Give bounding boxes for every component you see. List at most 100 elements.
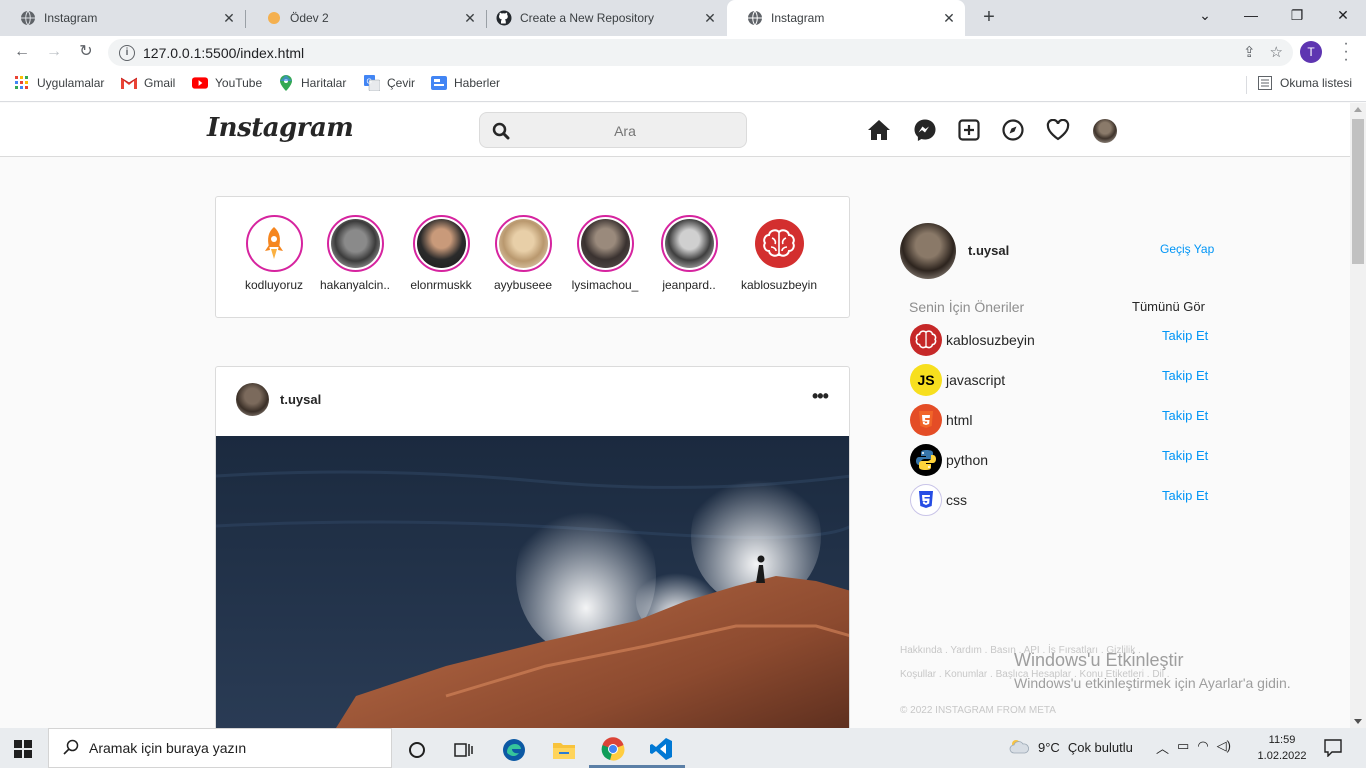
battery-icon[interactable]: ▭ [1177, 738, 1189, 757]
copyright-text: © 2022 INSTAGRAM FROM META [900, 705, 1056, 716]
tab-search-chevron-icon[interactable]: ⌄ [1182, 0, 1228, 30]
bookmark-label: Haberler [454, 76, 501, 90]
tray-chevron-up-icon[interactable]: ︿ [1156, 738, 1169, 757]
python-logo-icon[interactable] [910, 444, 942, 476]
ig-search-box[interactable] [479, 112, 747, 148]
post-username[interactable]: t.uysal [280, 392, 321, 407]
story-item[interactable]: hakanyalcin.. [313, 215, 397, 292]
browser-menu-icon[interactable]: · · · [1338, 36, 1354, 68]
follow-button[interactable]: Takip Et [1162, 328, 1208, 343]
home-icon[interactable] [866, 117, 892, 143]
story-avatar [580, 219, 630, 268]
minimize-icon[interactable]: — [1228, 0, 1274, 30]
omnibox[interactable]: i 127.0.0.1:5500/index.html ⇪ ☆ [108, 39, 1293, 66]
new-tab-plus-icon[interactable]: + [977, 6, 1001, 29]
windows-start-icon[interactable] [14, 740, 32, 763]
story-ring [494, 215, 552, 272]
suggestion-username[interactable]: python [946, 452, 988, 468]
story-username: lysimachou_ [571, 278, 639, 292]
vscode-icon[interactable] [637, 732, 685, 768]
wifi-icon[interactable]: ◠ [1197, 738, 1208, 757]
forward-arrow-icon[interactable]: → [42, 41, 66, 63]
url-text[interactable]: 127.0.0.1:5500/index.html [143, 45, 304, 61]
brain-icon[interactable] [910, 324, 942, 356]
new-post-icon[interactable] [956, 117, 982, 143]
post-image[interactable] [216, 436, 850, 728]
current-username[interactable]: t.uysal [968, 243, 1009, 258]
chrome-icon[interactable] [589, 732, 637, 768]
globe-icon [20, 10, 36, 26]
bookmark-label: Çevir [387, 76, 416, 90]
explore-compass-icon[interactable] [1000, 117, 1026, 143]
file-explorer-icon[interactable] [540, 732, 588, 768]
share-icon[interactable]: ⇪ [1243, 43, 1256, 61]
suggestion-username[interactable]: javascript [946, 372, 1005, 388]
reload-icon[interactable]: ↻ [74, 41, 98, 63]
messenger-icon[interactable] [912, 117, 938, 143]
story-item[interactable]: kablosuzbeyin [737, 215, 821, 292]
activation-subtitle: Windows'u etkinleştirmek için Ayarlar'a … [1014, 675, 1291, 691]
tab-title: Ödev 2 [290, 11, 329, 25]
suggestion-username[interactable]: kablosuzbeyin [946, 332, 1035, 348]
story-item[interactable]: ayybuseee [481, 215, 565, 292]
search-input[interactable] [510, 119, 740, 143]
tab-close-icon[interactable]: ✕ [219, 10, 239, 27]
weather-widget[interactable]: 9°C Çok bulutlu [1008, 738, 1133, 757]
taskbar-search[interactable]: Aramak için buraya yazın [48, 728, 392, 768]
follow-button[interactable]: Takip Et [1162, 368, 1208, 383]
maximize-icon[interactable]: ❐ [1274, 0, 1320, 30]
close-window-icon[interactable]: ✕ [1320, 0, 1366, 30]
tab-close-icon[interactable]: ✕ [700, 10, 720, 27]
news-icon [431, 76, 447, 90]
reading-list-button[interactable]: Okuma listesi [1257, 76, 1352, 90]
css3-logo-icon[interactable] [910, 484, 942, 516]
site-info-icon[interactable]: i [119, 44, 135, 61]
scrollbar-thumb[interactable] [1352, 119, 1364, 264]
bookmark-star-icon[interactable]: ☆ [1270, 43, 1283, 61]
page-scrollbar[interactable] [1350, 103, 1366, 728]
volume-icon[interactable]: ◁) [1217, 738, 1231, 757]
system-tray: ︿ ▭ ◠ ◁) [1156, 738, 1231, 757]
profile-avatar[interactable] [1093, 119, 1117, 143]
suggestion-username[interactable]: css [946, 492, 967, 508]
javascript-logo-icon[interactable]: JS [910, 364, 942, 396]
bookmark-youtube[interactable]: YouTube [192, 76, 262, 90]
instagram-logo[interactable]: Instagram [207, 113, 354, 143]
story-item[interactable]: kodluyoruz [232, 215, 316, 292]
more-options-icon[interactable]: ••• [812, 386, 829, 407]
post-author-avatar[interactable] [236, 383, 269, 416]
browser-tab[interactable]: Create a New Repository ✕ [476, 0, 726, 36]
task-view-icon[interactable] [440, 732, 488, 768]
notification-center-icon[interactable] [1324, 739, 1342, 762]
story-item[interactable]: elonrmuskk [399, 215, 483, 292]
system-clock[interactable]: 11:59 1.02.2022 [1252, 732, 1312, 764]
browser-tab[interactable]: Instagram ✕ [0, 0, 245, 36]
scroll-down-arrow-icon[interactable] [1354, 719, 1362, 724]
bookmark-maps[interactable]: Haritalar [278, 75, 346, 91]
bookmark-gmail[interactable]: Gmail [121, 76, 175, 90]
bookmark-translate[interactable]: G Çevir [364, 75, 416, 91]
bookmark-apps[interactable]: Uygulamalar [14, 76, 104, 90]
tab-close-icon[interactable]: ✕ [939, 10, 959, 27]
story-avatar [330, 219, 380, 268]
edge-icon[interactable] [490, 732, 538, 768]
follow-button[interactable]: Takip Et [1162, 408, 1208, 423]
suggestion-username[interactable]: html [946, 412, 972, 428]
heart-icon[interactable] [1045, 117, 1071, 143]
back-arrow-icon[interactable]: ← [10, 41, 34, 63]
browser-profile-avatar[interactable]: T [1300, 41, 1322, 63]
story-item[interactable]: lysimachou_ [563, 215, 647, 292]
current-user-avatar[interactable] [900, 223, 956, 279]
scroll-up-arrow-icon[interactable] [1354, 107, 1362, 112]
follow-button[interactable]: Takip Et [1162, 448, 1208, 463]
see-all-link[interactable]: Tümünü Gör [1132, 299, 1205, 314]
follow-button[interactable]: Takip Et [1162, 488, 1208, 503]
weather-temp: 9°C [1038, 740, 1060, 755]
story-item[interactable]: jeanpard.. [647, 215, 731, 292]
browser-tab-active[interactable]: Instagram ✕ [727, 0, 965, 36]
bookmark-news[interactable]: Haberler [431, 76, 500, 90]
switch-account-link[interactable]: Geçiş Yap [1160, 242, 1214, 256]
cortana-icon[interactable] [393, 732, 441, 768]
html5-logo-icon[interactable] [910, 404, 942, 436]
browser-tab[interactable]: Ödev 2 ✕ [246, 0, 486, 36]
